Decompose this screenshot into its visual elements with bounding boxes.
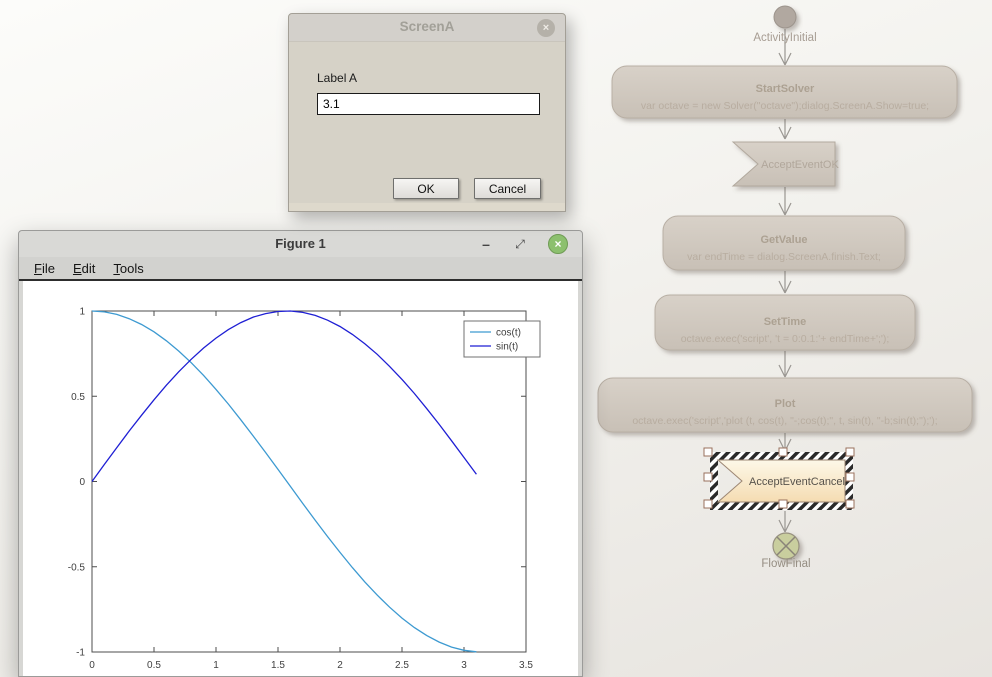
y-tick-label: 0.5 xyxy=(71,392,85,403)
figure-window: Figure 1 – ⤢ × FileEditTools 0 0.5 1 1.5 2 2.… xyxy=(18,230,583,677)
ok-button[interactable]: OK xyxy=(393,178,459,199)
series-line-0 xyxy=(92,311,476,652)
node-accept-event-ok[interactable]: AcceptEventOK xyxy=(733,142,839,186)
x-tick-label: 0 xyxy=(89,660,95,671)
x-tick-label: 2.5 xyxy=(395,660,409,671)
y-tick-label: -0.5 xyxy=(68,562,86,573)
figure-canvas: 0 0.5 1 1.5 2 2.5 3 3.5 -1 -0.5 0 0.5 1 cos(t) sin(t) xyxy=(23,281,578,676)
node-set-time[interactable]: SetTime octave.exec('script', 't = 0:0.1… xyxy=(655,295,915,350)
maximize-button[interactable]: ⤢ xyxy=(510,234,530,254)
screena-titlebar[interactable]: ScreenA × xyxy=(289,14,565,42)
node-code: var octave = new Solver("octave");dialog… xyxy=(641,100,929,112)
x-tick-label: 0.5 xyxy=(147,660,161,671)
y-tick-label: -1 xyxy=(76,648,85,659)
y-tick-label: 1 xyxy=(79,307,85,318)
node-code: octave.exec('script','plot (t, cos(t), "… xyxy=(632,415,937,427)
y-tick-label: 0 xyxy=(79,477,85,488)
node-start-solver[interactable]: StartSolver var octave = new Solver("oct… xyxy=(612,66,957,118)
x-tick-label: 1 xyxy=(213,660,219,671)
close-button[interactable]: × xyxy=(548,234,568,254)
close-icon[interactable]: × xyxy=(537,19,555,37)
legend-label: sin(t) xyxy=(496,342,518,353)
node-get-value[interactable]: GetValue var endTime = dialog.ScreenA.fi… xyxy=(663,216,905,270)
label-a-text: Label A xyxy=(317,71,357,85)
legend-label: cos(t) xyxy=(496,328,521,339)
x-tick-label: 3.5 xyxy=(519,660,533,671)
value-input[interactable] xyxy=(317,93,540,115)
window-title: Figure 1 xyxy=(19,236,582,251)
desktop: ActivityInitial StartSolver var octave =… xyxy=(0,0,992,677)
x-tick-label: 2 xyxy=(337,660,343,671)
menu-bar: FileEditTools xyxy=(19,257,582,281)
minimize-button[interactable]: – xyxy=(476,234,496,254)
node-label: FlowFinal xyxy=(761,558,810,570)
cancel-button[interactable]: Cancel xyxy=(474,178,541,199)
node-code: octave.exec('script', 't = 0:0.1:'+ endT… xyxy=(681,333,890,345)
node-plot[interactable]: Plot octave.exec('script','plot (t, cos(… xyxy=(598,378,972,432)
screena-dialog: ScreenA × Label A OK Cancel xyxy=(288,13,566,212)
menu-edit[interactable]: Edit xyxy=(64,258,104,279)
figure-titlebar[interactable]: Figure 1 – ⤢ × xyxy=(19,231,582,257)
x-tick-label: 1.5 xyxy=(271,660,285,671)
dialog-footer xyxy=(289,203,565,211)
node-flow-final[interactable]: FlowFinal xyxy=(761,533,810,570)
dialog-title: ScreenA xyxy=(289,19,565,34)
axes-box xyxy=(92,311,526,652)
node-label: ActivityInitial xyxy=(753,32,816,44)
node-title: StartSolver xyxy=(756,83,815,95)
node-label: AcceptEventCancel xyxy=(749,476,845,488)
node-title: SetTime xyxy=(764,316,807,328)
node-label: AcceptEventOK xyxy=(761,159,839,171)
node-code: var endTime = dialog.ScreenA.finish.Text… xyxy=(687,251,881,263)
node-activity-initial[interactable]: ActivityInitial xyxy=(753,6,816,44)
plot-area: 0 0.5 1 1.5 2 2.5 3 3.5 -1 -0.5 0 0.5 1 cos(t) sin(t) xyxy=(23,281,580,676)
initial-node-icon[interactable] xyxy=(774,6,796,28)
series-line-1 xyxy=(92,311,476,482)
menu-tools[interactable]: Tools xyxy=(104,258,152,279)
node-accept-event-cancel[interactable]: AcceptEventCancel xyxy=(704,448,854,510)
menu-file[interactable]: File xyxy=(25,258,64,279)
x-tick-label: 3 xyxy=(461,660,467,671)
node-title: Plot xyxy=(775,398,796,410)
node-title: GetValue xyxy=(760,234,807,246)
